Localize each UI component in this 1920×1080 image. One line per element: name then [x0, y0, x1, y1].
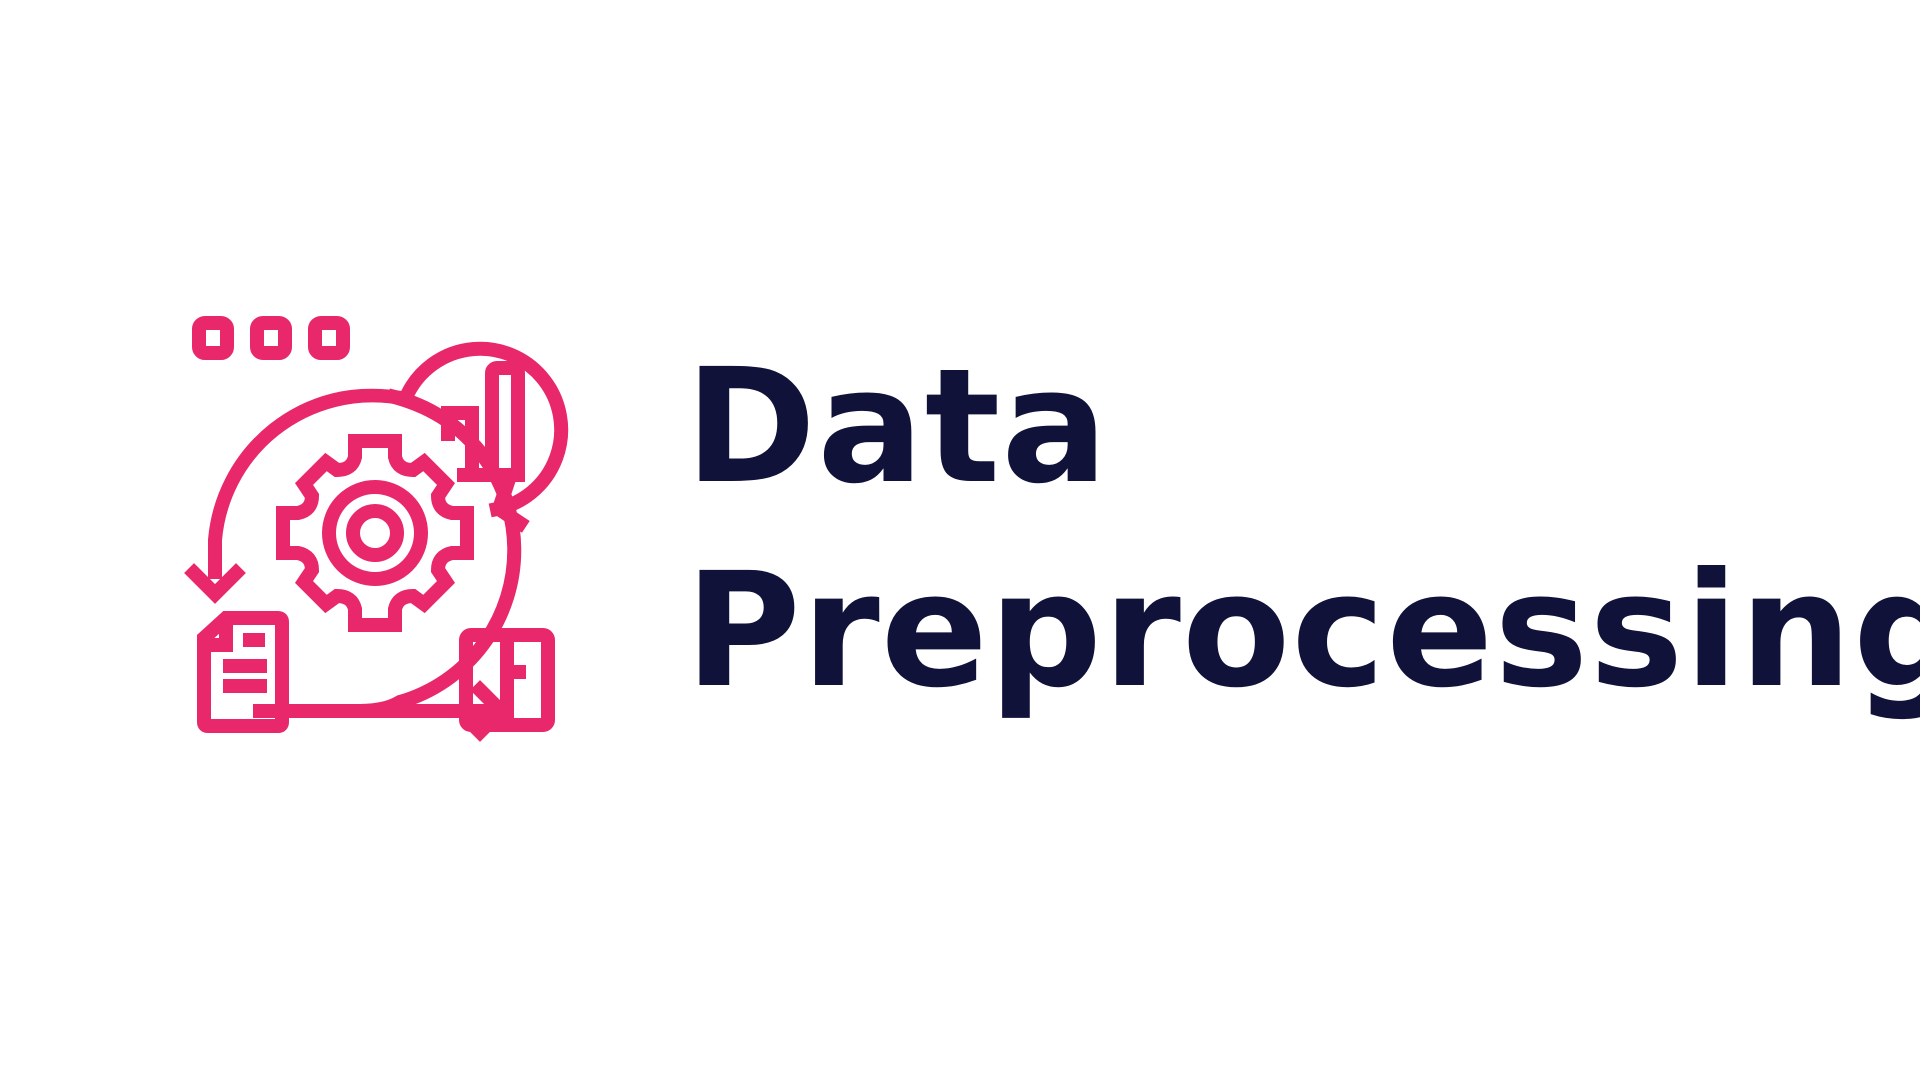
window-dots-icon — [192, 316, 350, 360]
title-line-1: Data — [685, 335, 1109, 519]
top-arrow-arc-icon — [398, 341, 569, 518]
canvas: Data Preprocessing — [0, 0, 1920, 1080]
gear-icon — [276, 434, 474, 632]
title-line-2: Preprocessing — [685, 539, 1920, 723]
data-preprocessing-icon — [170, 300, 650, 790]
data-preprocessing-svg — [184, 316, 569, 742]
page-title: Data Preprocessing — [685, 325, 1920, 733]
